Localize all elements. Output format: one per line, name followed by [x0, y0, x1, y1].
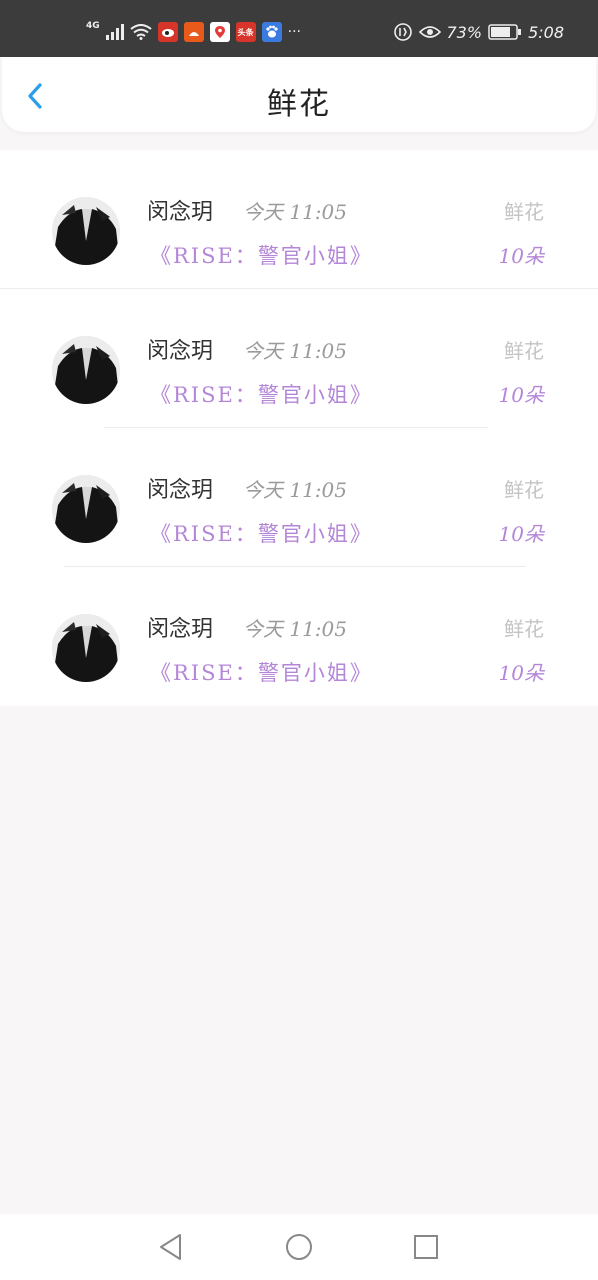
recents-square-icon[interactable]	[412, 1233, 440, 1261]
toutiao-app-icon: 头条	[235, 22, 256, 42]
list-item[interactable]: 闵念玥 今天 11:05 《RISE：警官小姐》 鲜花 10朵	[0, 428, 598, 567]
gift-type: 鲜花	[504, 617, 544, 641]
book-title[interactable]: 《RISE：警官小姐》	[150, 240, 373, 270]
location-app-icon	[209, 22, 230, 42]
network-type: 4G	[86, 21, 100, 31]
home-circle-icon[interactable]	[284, 1232, 314, 1262]
gift-type: 鲜花	[504, 200, 544, 224]
status-notifications: 4G 头条 ···	[86, 18, 301, 46]
gift-count: 10朵	[498, 661, 544, 685]
wifi-icon	[130, 24, 152, 40]
timestamp: 今天 11:05	[243, 478, 347, 502]
gift-type: 鲜花	[504, 478, 544, 502]
gift-list: 闵念玥 今天 11:05 《RISE：警官小姐》 鲜花 10朵 闵念玥 今天 1…	[0, 150, 598, 706]
book-title[interactable]: 《RISE：警官小姐》	[150, 518, 373, 548]
back-triangle-icon[interactable]	[157, 1232, 185, 1262]
gift-count: 10朵	[498, 522, 544, 546]
avatar	[52, 197, 120, 265]
data-saver-icon	[393, 23, 412, 41]
book-title[interactable]: 《RISE：警官小姐》	[150, 657, 373, 687]
book-title[interactable]: 《RISE：警官小姐》	[150, 379, 373, 409]
avatar	[52, 336, 120, 404]
status-system: 73% 5:08	[393, 18, 564, 46]
user-name: 闵念玥	[147, 617, 214, 642]
clock: 5:08	[528, 22, 564, 42]
app-header: 鲜花	[2, 57, 596, 132]
eye-comfort-icon	[418, 26, 441, 38]
list-item[interactable]: 闵念玥 今天 11:05 《RISE：警官小姐》 鲜花 10朵	[0, 567, 598, 706]
status-bar: 4G 头条 ··· 73% 5:08	[0, 0, 598, 57]
user-name: 闵念玥	[147, 339, 214, 364]
avatar	[52, 475, 120, 543]
user-name: 闵念玥	[147, 200, 214, 225]
system-nav-bar	[0, 1214, 598, 1280]
avatar	[52, 614, 120, 682]
gift-count: 10朵	[498, 383, 544, 407]
list-item[interactable]: 闵念玥 今天 11:05 《RISE：警官小姐》 鲜花 10朵	[0, 289, 598, 428]
timestamp: 今天 11:05	[243, 339, 347, 363]
gift-type: 鲜花	[504, 339, 544, 363]
timestamp: 今天 11:05	[243, 200, 347, 224]
list-item[interactable]: 闵念玥 今天 11:05 《RISE：警官小姐》 鲜花 10朵	[0, 150, 598, 289]
more-notifications-icon: ···	[287, 24, 302, 40]
timestamp: 今天 11:05	[243, 617, 347, 641]
signal-icon	[105, 24, 124, 40]
battery-percent: 73%	[446, 22, 483, 42]
gift-count: 10朵	[498, 244, 544, 268]
taobao-app-icon	[183, 22, 204, 42]
weibo-app-icon	[157, 22, 178, 42]
battery-icon	[488, 24, 522, 40]
baidu-app-icon	[261, 22, 282, 42]
page-title: 鲜花	[267, 87, 331, 122]
user-name: 闵念玥	[147, 478, 214, 503]
